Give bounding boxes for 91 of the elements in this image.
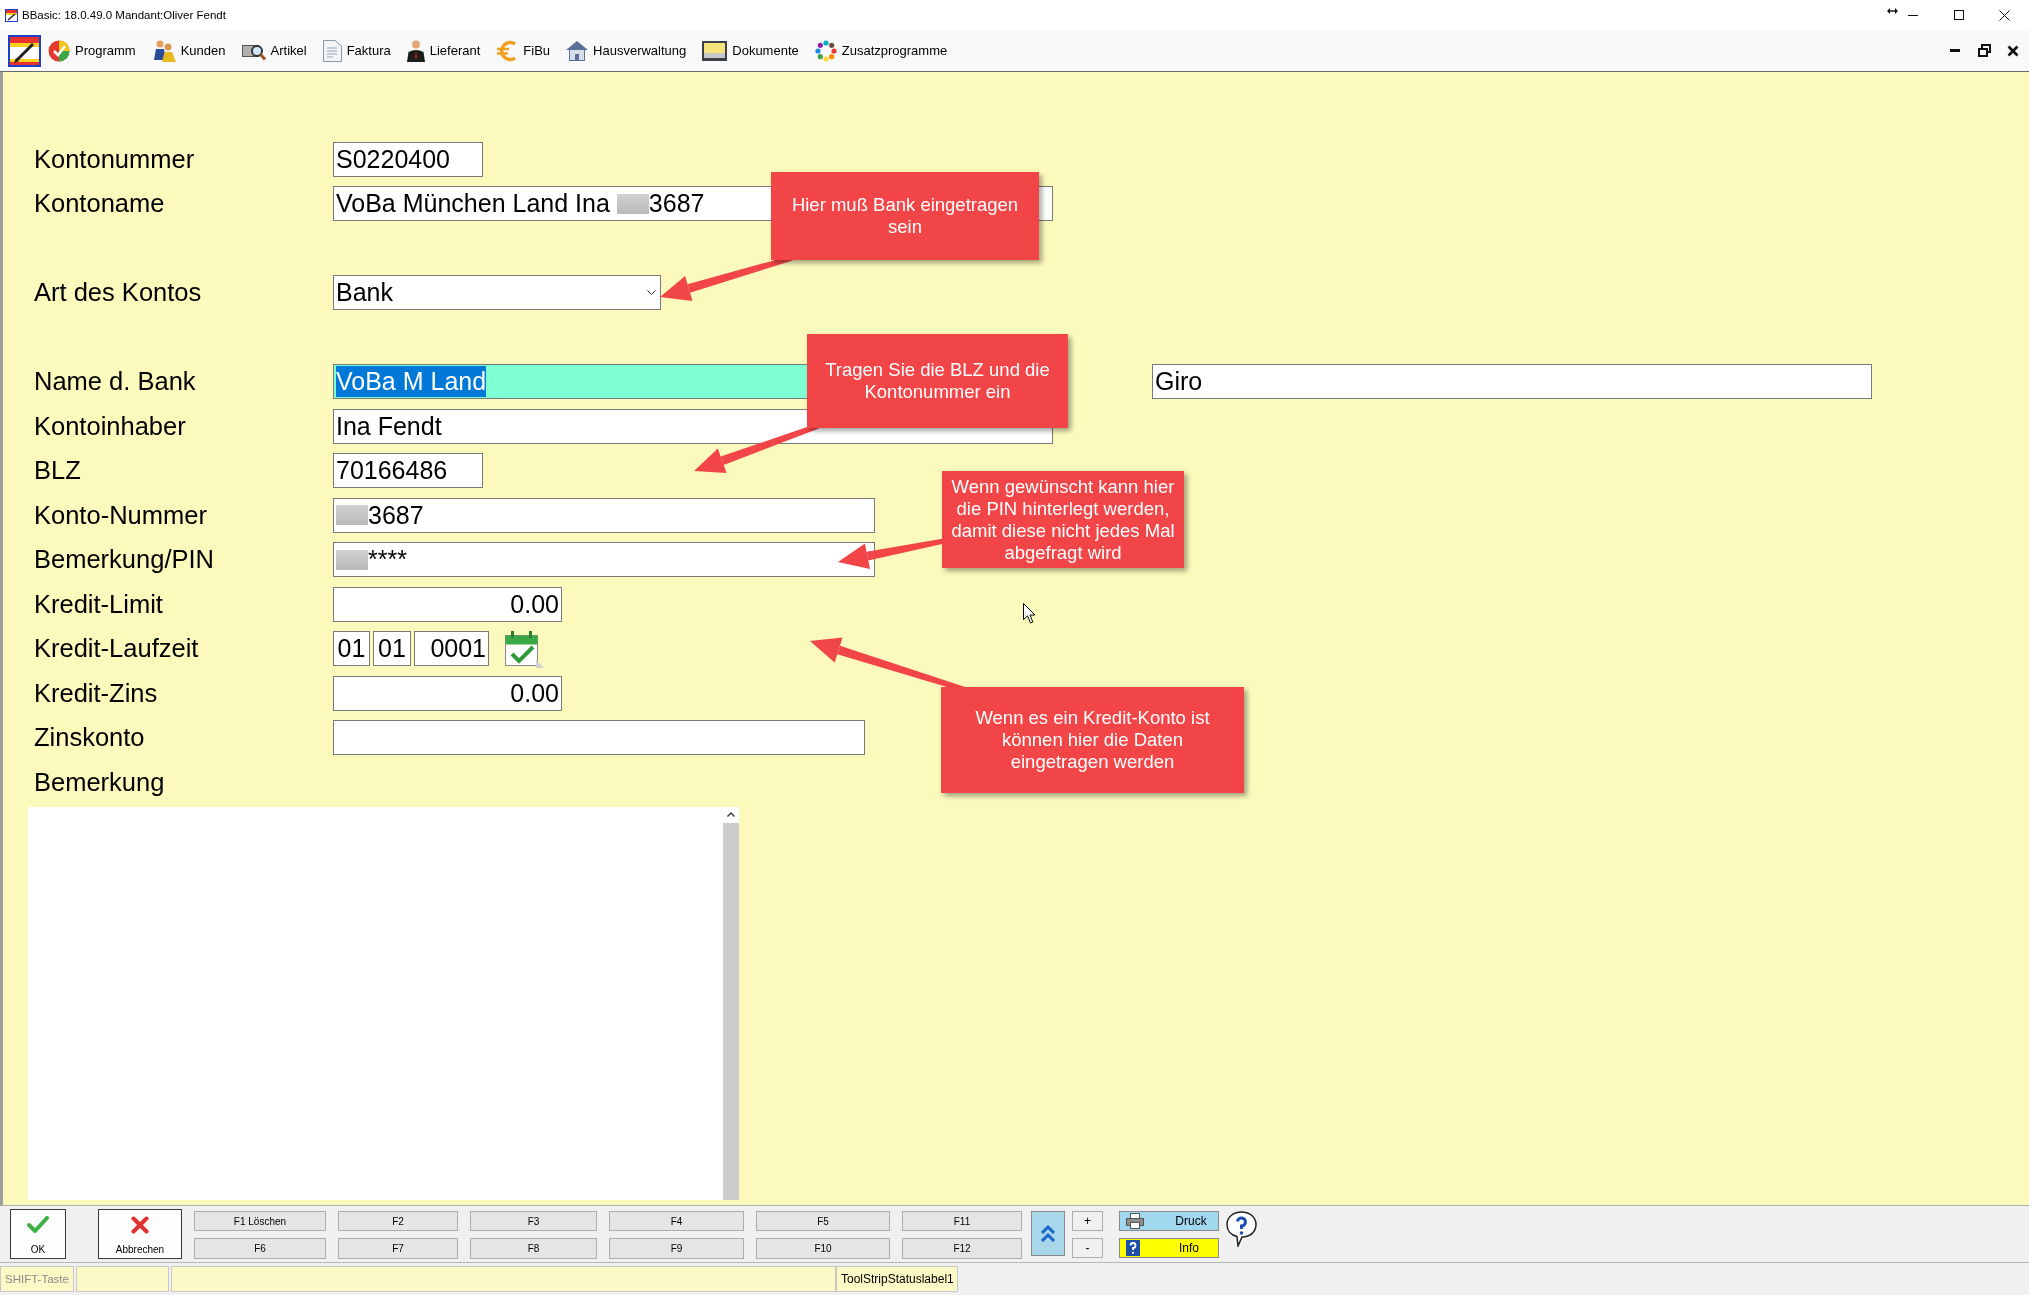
close-icon bbox=[1998, 9, 2010, 21]
cross-icon bbox=[131, 1216, 149, 1234]
text-field[interactable]: 70166486 bbox=[333, 453, 483, 489]
info-button[interactable]: Info bbox=[1119, 1238, 1219, 1258]
function-key-button[interactable]: F11 bbox=[902, 1211, 1022, 1231]
text-field[interactable]: **** bbox=[333, 542, 875, 578]
print-button[interactable]: Druck bbox=[1119, 1211, 1219, 1231]
calendar-check-icon[interactable] bbox=[503, 629, 544, 668]
mouse-pointer-icon bbox=[1023, 603, 1036, 624]
minimize-icon bbox=[1950, 49, 1960, 52]
text-field[interactable]: 3687 bbox=[333, 497, 875, 533]
house-icon bbox=[566, 40, 589, 61]
field-label: Kredit-Zins bbox=[34, 678, 158, 707]
function-key-button[interactable]: F3 bbox=[470, 1211, 597, 1231]
decrease-button[interactable]: - bbox=[1072, 1238, 1103, 1258]
redaction-block bbox=[616, 193, 649, 214]
window-title: BBasic: 18.0.49.0 Mandant:Oliver Fendt bbox=[22, 9, 226, 21]
cancel-button[interactable]: Abbrechen bbox=[98, 1209, 182, 1259]
field-label: Konto-Nummer bbox=[34, 500, 207, 529]
function-key-button[interactable]: F12 bbox=[902, 1238, 1022, 1259]
day-field[interactable]: 01 bbox=[333, 631, 370, 667]
function-key-button[interactable]: F6 bbox=[194, 1238, 326, 1259]
text-field[interactable]: S0220400 bbox=[333, 141, 483, 177]
text-field[interactable]: Giro bbox=[1152, 364, 1872, 400]
menu-item[interactable]: Hausverwaltung bbox=[566, 40, 687, 61]
menu-item[interactable]: Lieferant bbox=[406, 39, 481, 62]
callout-tooltip: Wenn gewünscht kann hier die PIN hinterlegt werden, damit diese nicht jedes Mal abgefragt wird bbox=[942, 471, 1184, 568]
function-key-button[interactable]: F2 bbox=[338, 1211, 458, 1231]
printer-icon bbox=[1126, 1213, 1144, 1229]
check-icon bbox=[27, 1216, 49, 1233]
menu-item[interactable]: Kunden bbox=[151, 39, 226, 62]
number-field[interactable]: 0.00 bbox=[333, 586, 562, 622]
person-icon bbox=[406, 39, 425, 62]
colored-ball-icon bbox=[48, 39, 70, 62]
function-key-button[interactable]: F7 bbox=[338, 1238, 458, 1259]
restore-icon bbox=[1977, 44, 1991, 57]
field-label: Kontoname bbox=[34, 189, 165, 218]
field-label: Kontoinhaber bbox=[34, 411, 186, 440]
field-label: Kredit-Laufzeit bbox=[34, 634, 199, 663]
field-label: Kontonummer bbox=[34, 144, 195, 173]
field-label: Zinskonto bbox=[34, 723, 145, 752]
function-key-button[interactable]: F10 bbox=[756, 1238, 890, 1259]
menu-item[interactable]: Faktura bbox=[322, 39, 391, 62]
field-label: Bemerkung bbox=[34, 767, 165, 796]
dropdown[interactable]: Bank bbox=[333, 275, 661, 311]
callout-tooltip: Wenn es ein Kredit-Konto ist können hier die Daten eingetragen werden bbox=[941, 687, 1244, 793]
increase-button[interactable]: + bbox=[1072, 1211, 1103, 1231]
callout-tooltip: Hier muß Bank eingetragen sein bbox=[771, 172, 1039, 260]
field-label: Art des Kontos bbox=[34, 278, 202, 307]
double-chevron-up-icon bbox=[1039, 1222, 1057, 1245]
menu-item[interactable]: Programm bbox=[48, 39, 136, 62]
question-mark-icon bbox=[1126, 1240, 1140, 1256]
function-key-button[interactable]: F9 bbox=[609, 1238, 744, 1259]
close-icon bbox=[2007, 44, 2019, 57]
function-key-button[interactable]: F1 Löschen bbox=[194, 1211, 326, 1231]
redaction-block bbox=[336, 505, 368, 526]
scroll-up-icon[interactable] bbox=[727, 812, 735, 817]
ok-button[interactable]: OK bbox=[10, 1209, 66, 1259]
document-tray-icon bbox=[702, 40, 728, 61]
app-icon bbox=[5, 8, 18, 22]
field-label: Kredit-Limit bbox=[34, 589, 163, 618]
year-field[interactable]: 0001 bbox=[414, 631, 489, 667]
document-icon bbox=[322, 39, 342, 62]
maximize-icon bbox=[1954, 10, 1964, 20]
scrollbar-thumb[interactable] bbox=[723, 822, 739, 1200]
people-icon bbox=[151, 39, 176, 62]
status-label: ToolStripStatuslabel1 bbox=[836, 1266, 958, 1292]
menu-item[interactable]: FiBu bbox=[496, 39, 551, 62]
text-field[interactable] bbox=[333, 720, 865, 756]
dots-ring-icon bbox=[814, 39, 837, 62]
function-key-button[interactable]: F8 bbox=[470, 1238, 597, 1259]
resize-arrows-icon bbox=[1887, 8, 1898, 14]
redaction-block bbox=[336, 549, 368, 570]
minimize-icon bbox=[1908, 14, 1918, 16]
help-icon[interactable] bbox=[1226, 1211, 1257, 1247]
number-field[interactable]: 0.00 bbox=[333, 675, 562, 711]
menu-item[interactable]: Dokumente bbox=[702, 40, 799, 61]
month-field[interactable]: 01 bbox=[373, 631, 411, 667]
euro-icon bbox=[496, 39, 519, 62]
callout-tooltip: Tragen Sie die BLZ und die Kontonummer ein bbox=[807, 334, 1068, 428]
function-key-button[interactable]: F5 bbox=[756, 1211, 890, 1231]
field-label: BLZ bbox=[34, 456, 81, 485]
app-logo-icon[interactable] bbox=[8, 34, 41, 67]
chevron-down-icon bbox=[647, 290, 656, 296]
status-label: SHIFT-Taste bbox=[0, 1266, 74, 1292]
field-label: Bemerkung/PIN bbox=[34, 545, 214, 574]
menu-item[interactable]: Artikel bbox=[241, 40, 307, 61]
menu-item[interactable]: Zusatzprogramme bbox=[814, 39, 948, 62]
function-key-button[interactable]: F4 bbox=[609, 1211, 744, 1231]
collapse-button[interactable] bbox=[1031, 1211, 1065, 1256]
field-label: Name d. Bank bbox=[34, 367, 196, 396]
